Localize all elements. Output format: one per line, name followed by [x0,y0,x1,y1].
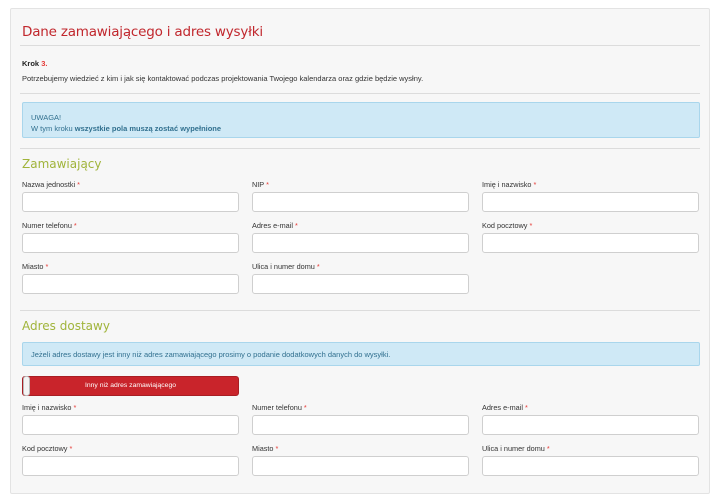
orderer-section-title: Zamawiający [22,157,102,171]
form-panel: Dane zamawiającego i adres wysyłki Krok … [10,8,710,494]
full-name-input[interactable] [482,192,699,212]
field-label-full-name: Imię i nazwisko * [482,180,537,189]
divider [20,93,700,94]
delivery-city-input[interactable] [252,456,469,476]
field-label-delivery-email: Adres e-mail * [482,403,528,412]
step-number: 3. [41,59,48,68]
field-label-unit-name: Nazwa jednostki * [22,180,81,189]
field-label-city: Miasto * [22,262,49,271]
field-label-delivery-street: Ulica i numer domu * [482,444,550,453]
phone-input[interactable] [22,233,239,253]
delivery-street-input[interactable] [482,456,699,476]
divider [20,148,700,149]
field-label-nip: NIP * [252,180,269,189]
nip-input[interactable] [252,192,469,212]
step-label: Krok [22,59,40,68]
field-label-delivery-city: Miasto * [252,444,279,453]
notice-text: W tym kroku wszystkie pola muszą zostać … [31,123,691,134]
field-label-delivery-phone: Numer telefonu * [252,403,307,412]
street-input[interactable] [252,274,469,294]
notice-alert: UWAGA! W tym kroku wszystkie pola muszą … [22,102,700,138]
delivery-postal-code-input[interactable] [22,456,239,476]
toggle-knob[interactable] [23,376,30,396]
step-description: Potrzebujemy wiedzieć z kim i jak się ko… [22,74,424,83]
different-address-toggle[interactable]: Inny niż adres zamawiającego [22,376,239,396]
field-label-phone: Numer telefonu * [22,221,77,230]
email-input[interactable] [252,233,469,253]
delivery-email-input[interactable] [482,415,699,435]
divider [20,45,700,46]
postal-code-input[interactable] [482,233,699,253]
delivery-section-title: Adres dostawy [22,319,110,333]
field-label-street: Ulica i numer domu * [252,262,320,271]
step-indicator: Krok 3. [22,59,47,68]
unit-name-input[interactable] [22,192,239,212]
notice-text-prefix: W tym kroku [31,124,75,133]
field-label-delivery-full-name: Imię i nazwisko * [22,403,77,412]
delivery-info-alert: Jeżeli adres dostawy jest inny niż adres… [22,342,700,366]
notice-heading: UWAGA! [31,113,62,122]
field-label-email: Adres e-mail * [252,221,298,230]
notice-text-bold: wszystkie pola muszą zostać wypełnione [74,124,222,133]
toggle-label: Inny niż adres zamawiającego [84,382,177,389]
city-input[interactable] [22,274,239,294]
divider [20,310,700,311]
field-label-postal-code: Kod pocztowy * [482,221,533,230]
delivery-full-name-input[interactable] [22,415,239,435]
field-label-delivery-postal-code: Kod pocztowy * [22,444,73,453]
delivery-phone-input[interactable] [252,415,469,435]
page-title: Dane zamawiającego i adres wysyłki [22,24,263,40]
